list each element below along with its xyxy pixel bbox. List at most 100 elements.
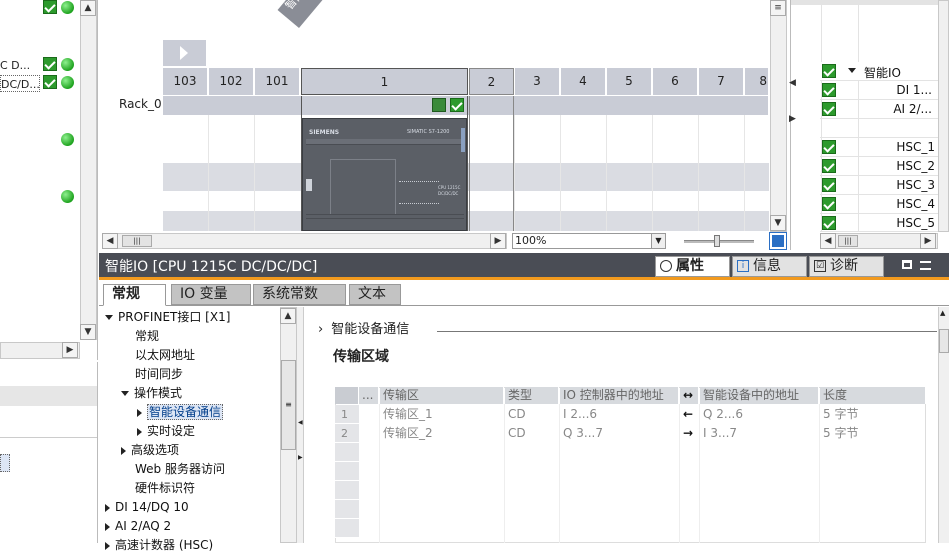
tree-item-advanced[interactable]: 高级选项 — [121, 441, 179, 460]
column-header-area[interactable]: 传输区 — [380, 387, 504, 404]
cell-type[interactable]: CD — [505, 424, 526, 443]
overview-row[interactable]: 智能IO — [820, 62, 938, 81]
column-header-direction[interactable]: ↔ — [680, 387, 699, 404]
tree-item-ethernet[interactable]: 以太网地址 — [135, 346, 195, 365]
tree-item-ai[interactable]: AI 2/AQ 2 — [105, 517, 171, 536]
scroll-thumb[interactable] — [939, 329, 949, 353]
scroll-thumb[interactable]: ≡ — [281, 360, 296, 450]
cell-ctrl-addr[interactable]: Q 3...7 — [560, 424, 603, 443]
overview-row[interactable]: HSC_1 — [820, 138, 938, 157]
window-menu-icon[interactable] — [920, 261, 931, 270]
expand-right-icon[interactable]: ▶ — [298, 454, 303, 461]
selected-row[interactable] — [0, 454, 10, 472]
table-row[interactable]: 传输区_1 — [380, 405, 433, 424]
column-header-ctrl-addr[interactable]: IO 控制器中的地址 — [560, 387, 679, 404]
rack-expand-button[interactable] — [163, 40, 206, 66]
cell-type[interactable]: CD — [505, 405, 526, 424]
zoom-slider-thumb[interactable] — [714, 235, 720, 247]
row-number-empty[interactable] — [335, 519, 359, 538]
cell-length[interactable]: 5 字节 — [820, 424, 858, 443]
row-number[interactable]: 2 — [335, 424, 359, 443]
slot-header[interactable]: 4 — [561, 68, 606, 95]
cpu-module[interactable]: SIEMENS SIMATIC S7-1200 CPU 1215C DC/DC/… — [302, 118, 467, 231]
scroll-left-icon[interactable]: ◀ — [820, 233, 836, 249]
device-horizontal-scrollbar[interactable] — [102, 233, 507, 249]
tree-item-di[interactable]: DI 14/DQ 10 — [105, 498, 189, 517]
tab-system-constants[interactable]: 系统常数 — [253, 284, 346, 305]
expand-icon[interactable] — [137, 427, 142, 436]
tree-item-profinet[interactable]: PROFINET接口 [X1] — [105, 308, 230, 327]
collapse-left-icon[interactable]: ◀ — [789, 76, 796, 92]
content-scrollbar[interactable]: ▲ — [938, 307, 949, 543]
tree-item-idev-comm[interactable]: 智能设备通信 — [137, 403, 224, 422]
tab-properties[interactable]: 属性 — [655, 256, 730, 277]
scroll-down-icon[interactable]: ▼ — [80, 324, 96, 340]
tree-item-hw-id[interactable]: 硬件标识符 — [135, 479, 195, 498]
project-tree-item[interactable]: C D... — [0, 57, 40, 74]
tab-texts[interactable]: 文本 — [349, 284, 401, 305]
scroll-up-icon[interactable]: ▲ — [80, 0, 96, 16]
column-header-length[interactable]: 长度 — [820, 387, 926, 404]
cell-dev-addr[interactable]: I 3...7 — [700, 424, 737, 443]
overview-row[interactable]: HSC_3 — [820, 176, 938, 195]
tab-info[interactable]: i 信息 — [732, 256, 807, 277]
collapse-icon[interactable] — [105, 315, 113, 320]
row-number-empty[interactable] — [335, 481, 359, 500]
scroll-left-icon[interactable]: ◀ — [102, 233, 118, 249]
overview-row[interactable]: AI 2/... — [820, 100, 938, 119]
overview-icon[interactable] — [769, 232, 787, 250]
overview-row[interactable]: DI 1... — [820, 81, 938, 100]
vertical-scrollbar[interactable] — [80, 0, 97, 340]
row-number-empty[interactable] — [335, 500, 359, 519]
scroll-up-icon[interactable]: ▲ — [280, 308, 296, 324]
overview-row[interactable] — [820, 119, 938, 138]
slot-header[interactable]: 101 — [255, 68, 300, 95]
tab-diagnostics[interactable]: ☑ 诊断 — [809, 256, 884, 277]
scroll-right-icon[interactable]: ▶ — [920, 233, 936, 249]
slot-header[interactable]: 3 — [515, 68, 560, 95]
section-header[interactable]: › 智能设备通信 — [318, 318, 409, 337]
tree-item-op-mode[interactable]: 操作模式 — [121, 384, 182, 403]
scroll-thumb[interactable]: ||| — [838, 235, 858, 247]
scroll-thumb[interactable]: ||| — [122, 235, 152, 247]
slot-header[interactable]: 5 — [607, 68, 652, 95]
expand-icon[interactable] — [121, 446, 126, 455]
expand-icon[interactable] — [848, 68, 856, 73]
project-tree-item-selected[interactable]: DC/D... — [0, 75, 40, 92]
scroll-right-icon[interactable]: ▶ — [490, 233, 506, 249]
device-vertical-scrollbar[interactable] — [770, 0, 787, 232]
splitter[interactable]: ◀ ▶ — [297, 307, 304, 543]
row-number-empty[interactable] — [335, 462, 359, 481]
overview-row[interactable]: HSC_5 — [820, 214, 938, 232]
slot-header[interactable]: 102 — [209, 68, 254, 95]
expand-icon[interactable] — [105, 503, 110, 512]
overview-vertical-scrollbar[interactable] — [938, 0, 949, 232]
column-header-dev-addr[interactable]: 智能设备中的地址 — [700, 387, 819, 404]
tab-io-tags[interactable]: IO 变量 — [171, 284, 251, 305]
tree-item-hsc[interactable]: 高速计数器 (HSC) — [105, 536, 213, 555]
overview-row[interactable]: HSC_2 — [820, 157, 938, 176]
row-number-empty[interactable] — [335, 443, 359, 462]
collapse-icon[interactable] — [121, 391, 129, 396]
zoom-select[interactable]: 100% — [512, 233, 666, 249]
scroll-down-icon[interactable]: ▼ — [770, 215, 786, 231]
column-header-type[interactable]: 类型 — [505, 387, 559, 404]
scroll-right-icon[interactable]: ▶ — [62, 342, 78, 358]
slot-header[interactable]: 7 — [699, 68, 744, 95]
menu-icon[interactable]: ≡ — [770, 0, 786, 16]
slot-header[interactable]: 8 — [745, 68, 769, 95]
column-header-ellipsis[interactable]: ... — [359, 387, 379, 404]
tab-general[interactable]: 常规 — [103, 284, 166, 306]
row-number[interactable]: 1 — [335, 405, 359, 424]
collapse-left-icon[interactable]: ◀ — [298, 419, 303, 426]
overview-row[interactable]: HSC_4 — [820, 195, 938, 214]
expand-right-icon[interactable]: ▶ — [789, 112, 796, 128]
window-restore-icon[interactable] — [902, 260, 912, 269]
tree-item-realtime[interactable]: 实时设定 — [137, 422, 195, 441]
tree-item-time-sync[interactable]: 时间同步 — [135, 365, 183, 384]
slot-header[interactable]: 2 — [469, 68, 514, 95]
table-row[interactable]: 传输区_2 — [380, 424, 433, 443]
expand-icon[interactable] — [105, 522, 110, 531]
tree-item-web[interactable]: Web 服务器访问 — [135, 460, 225, 479]
slot-header[interactable]: 6 — [653, 68, 698, 95]
